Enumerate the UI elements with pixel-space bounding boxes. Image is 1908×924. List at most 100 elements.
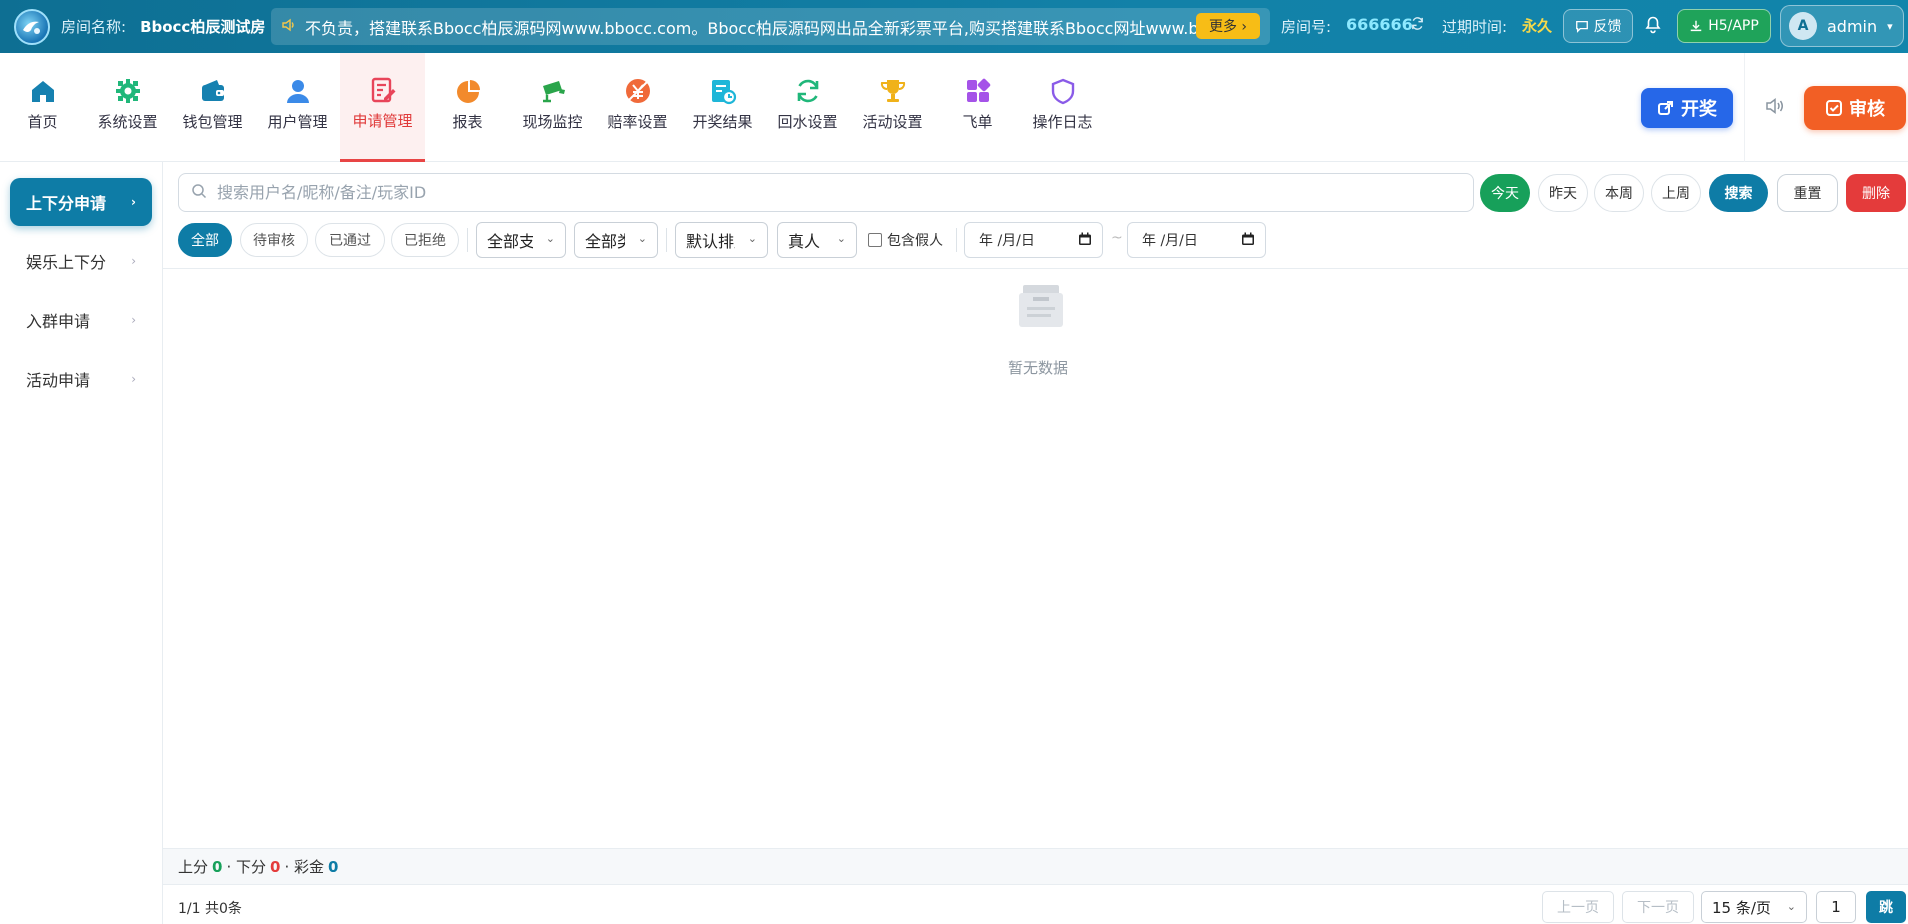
next-page-button[interactable]: 下一页	[1622, 891, 1694, 923]
notice-text: 不负责，搭建联系Bbocc柏辰源码网www.bbocc.com。Bbocc柏辰源…	[305, 18, 1203, 38]
page-size-value: 15 条/页	[1712, 898, 1771, 917]
page-size-select[interactable]: 15 条/页 ⌄	[1701, 891, 1807, 923]
chat-icon	[1575, 20, 1588, 33]
nav-item-odds[interactable]: 赔率设置	[595, 53, 680, 162]
nav-item-applications[interactable]: 申请管理	[340, 53, 425, 162]
go-button[interactable]: 跳	[1866, 891, 1906, 923]
nav-label: 系统设置	[97, 113, 158, 131]
nav-label: 钱包管理	[182, 113, 243, 131]
chevron-down-icon: ⌄	[836, 232, 846, 245]
nav-item-users[interactable]: 用户管理	[255, 53, 340, 162]
page-info: 1/1 共0条	[178, 901, 242, 917]
h5-app-button[interactable]: H5/APP	[1677, 9, 1771, 43]
divider	[956, 228, 957, 252]
draw-button[interactable]: 开奖	[1641, 88, 1733, 128]
nav-item-system-settings[interactable]: 系统设置	[85, 53, 170, 162]
search-input[interactable]	[217, 183, 1417, 202]
today-button[interactable]: 今天	[1480, 174, 1530, 212]
status-rejected-pill[interactable]: 已拒绝	[391, 223, 459, 257]
search-button[interactable]: 搜索	[1709, 174, 1768, 212]
select-value: 全部类	[585, 232, 625, 251]
nav-label: 飞单	[962, 113, 993, 131]
sidebar-item-entertainment-score[interactable]: 娱乐上下分 ›	[10, 237, 152, 285]
nav-item-operation-log[interactable]: 操作日志	[1020, 53, 1105, 162]
chevron-right-icon: ›	[131, 313, 136, 327]
bonus-value: 0	[327, 857, 339, 876]
sidebar-item-activity-requests[interactable]: 活动申请 ›	[10, 355, 152, 403]
prev-page-button[interactable]: 上一页	[1542, 891, 1614, 923]
odds-icon	[624, 77, 652, 105]
date-from-input[interactable]: 年 /月/日	[964, 222, 1103, 258]
calendar-icon[interactable]	[1241, 232, 1255, 250]
h5-app-label: H5/APP	[1708, 18, 1759, 34]
divider	[467, 228, 468, 252]
download-icon	[1690, 20, 1702, 32]
page-number-input[interactable]: 1	[1816, 891, 1856, 923]
nav-item-activity[interactable]: 活动设置	[850, 53, 935, 162]
date-from-value: 年 /月/日	[979, 233, 1035, 249]
divider	[666, 228, 667, 252]
calendar-icon[interactable]	[1078, 232, 1092, 250]
nav-item-rebate[interactable]: 回水设置	[765, 53, 850, 162]
include-fake-checkbox[interactable]: 包含假人	[868, 230, 943, 250]
date-separator: ~	[1111, 230, 1123, 246]
empty-state-text: 暂无数据	[1008, 359, 1069, 377]
sidebar-item-group-join[interactable]: 入群申请 ›	[10, 296, 152, 344]
last-week-button[interactable]: 上周	[1651, 174, 1701, 212]
payment-select[interactable]: 全部支付 ⌄	[476, 222, 566, 258]
pie-chart-icon	[454, 77, 482, 105]
status-passed-pill[interactable]: 已通过	[315, 223, 385, 257]
nav-label: 报表	[452, 113, 483, 131]
sort-select[interactable]: 默认排序 ⌄	[675, 222, 768, 258]
down-score-label: · 下分	[226, 858, 266, 876]
user-menu[interactable]: A admin ▾	[1780, 5, 1904, 47]
nav-item-reports[interactable]: 报表	[425, 53, 510, 162]
expire-value: 永久	[1522, 17, 1553, 35]
nav-item-monitoring[interactable]: 现场监控	[510, 53, 595, 162]
room-name-label: 房间名称:	[61, 18, 127, 36]
more-button[interactable]: 更多 ›	[1196, 13, 1260, 39]
nav-item-home[interactable]: 首页	[0, 53, 85, 162]
nav-label: 回水设置	[777, 113, 838, 131]
empty-inbox-icon	[1015, 283, 1067, 335]
date-to-input[interactable]: 年 /月/日	[1127, 222, 1266, 258]
speaker-icon[interactable]	[1765, 97, 1785, 119]
delete-button[interactable]: 删除	[1846, 174, 1906, 212]
player-type-select[interactable]: 真人 ⌄	[777, 222, 857, 258]
nav-label: 赔率设置	[607, 113, 668, 131]
chevron-right-icon: ›	[131, 254, 136, 268]
audit-button[interactable]: 审核	[1804, 86, 1906, 130]
reset-button[interactable]: 重置	[1777, 174, 1838, 212]
bell-icon[interactable]	[1644, 14, 1662, 38]
home-icon	[29, 77, 57, 105]
include-fake-label: 包含假人	[887, 233, 943, 249]
chevron-down-icon: ⌄	[545, 232, 555, 245]
nav-label: 现场监控	[522, 113, 583, 131]
sidebar: 上下分申请 › 娱乐上下分 › 入群申请 › 活动申请 ›	[0, 162, 163, 924]
external-link-icon	[1658, 101, 1673, 115]
notice-bar[interactable]: 不负责，搭建联系Bbocc柏辰源码网www.bbocc.com。Bbocc柏辰源…	[271, 8, 1270, 45]
logo-icon	[23, 21, 40, 34]
refresh-icon[interactable]	[1410, 16, 1425, 35]
this-week-button[interactable]: 本周	[1594, 174, 1644, 212]
feedback-button[interactable]: 反馈	[1563, 9, 1633, 43]
checkbox[interactable]	[868, 233, 882, 247]
sidebar-item-label: 活动申请	[26, 371, 91, 390]
nav-item-draw-results[interactable]: 开奖结果	[680, 53, 765, 162]
sidebar-item-label: 娱乐上下分	[26, 253, 107, 272]
nav-label: 开奖结果	[692, 113, 753, 131]
check-square-icon	[1826, 100, 1842, 116]
nav-item-wallet[interactable]: 钱包管理	[170, 53, 255, 162]
down-score-value: 0	[270, 857, 281, 876]
select-value: 默认排序	[686, 232, 735, 251]
refresh-icon	[794, 77, 822, 105]
nav-item-fly-order[interactable]: 飞单	[935, 53, 1020, 162]
shield-icon	[1049, 77, 1077, 105]
status-pending-pill[interactable]: 待审核	[240, 223, 308, 257]
yesterday-button[interactable]: 昨天	[1538, 174, 1588, 212]
sidebar-item-score-requests[interactable]: 上下分申请 ›	[10, 178, 152, 226]
status-all-pill[interactable]: 全部	[178, 223, 232, 257]
logo	[14, 8, 50, 45]
type-select[interactable]: 全部类 ⌄	[574, 222, 658, 258]
divider	[163, 268, 1908, 269]
